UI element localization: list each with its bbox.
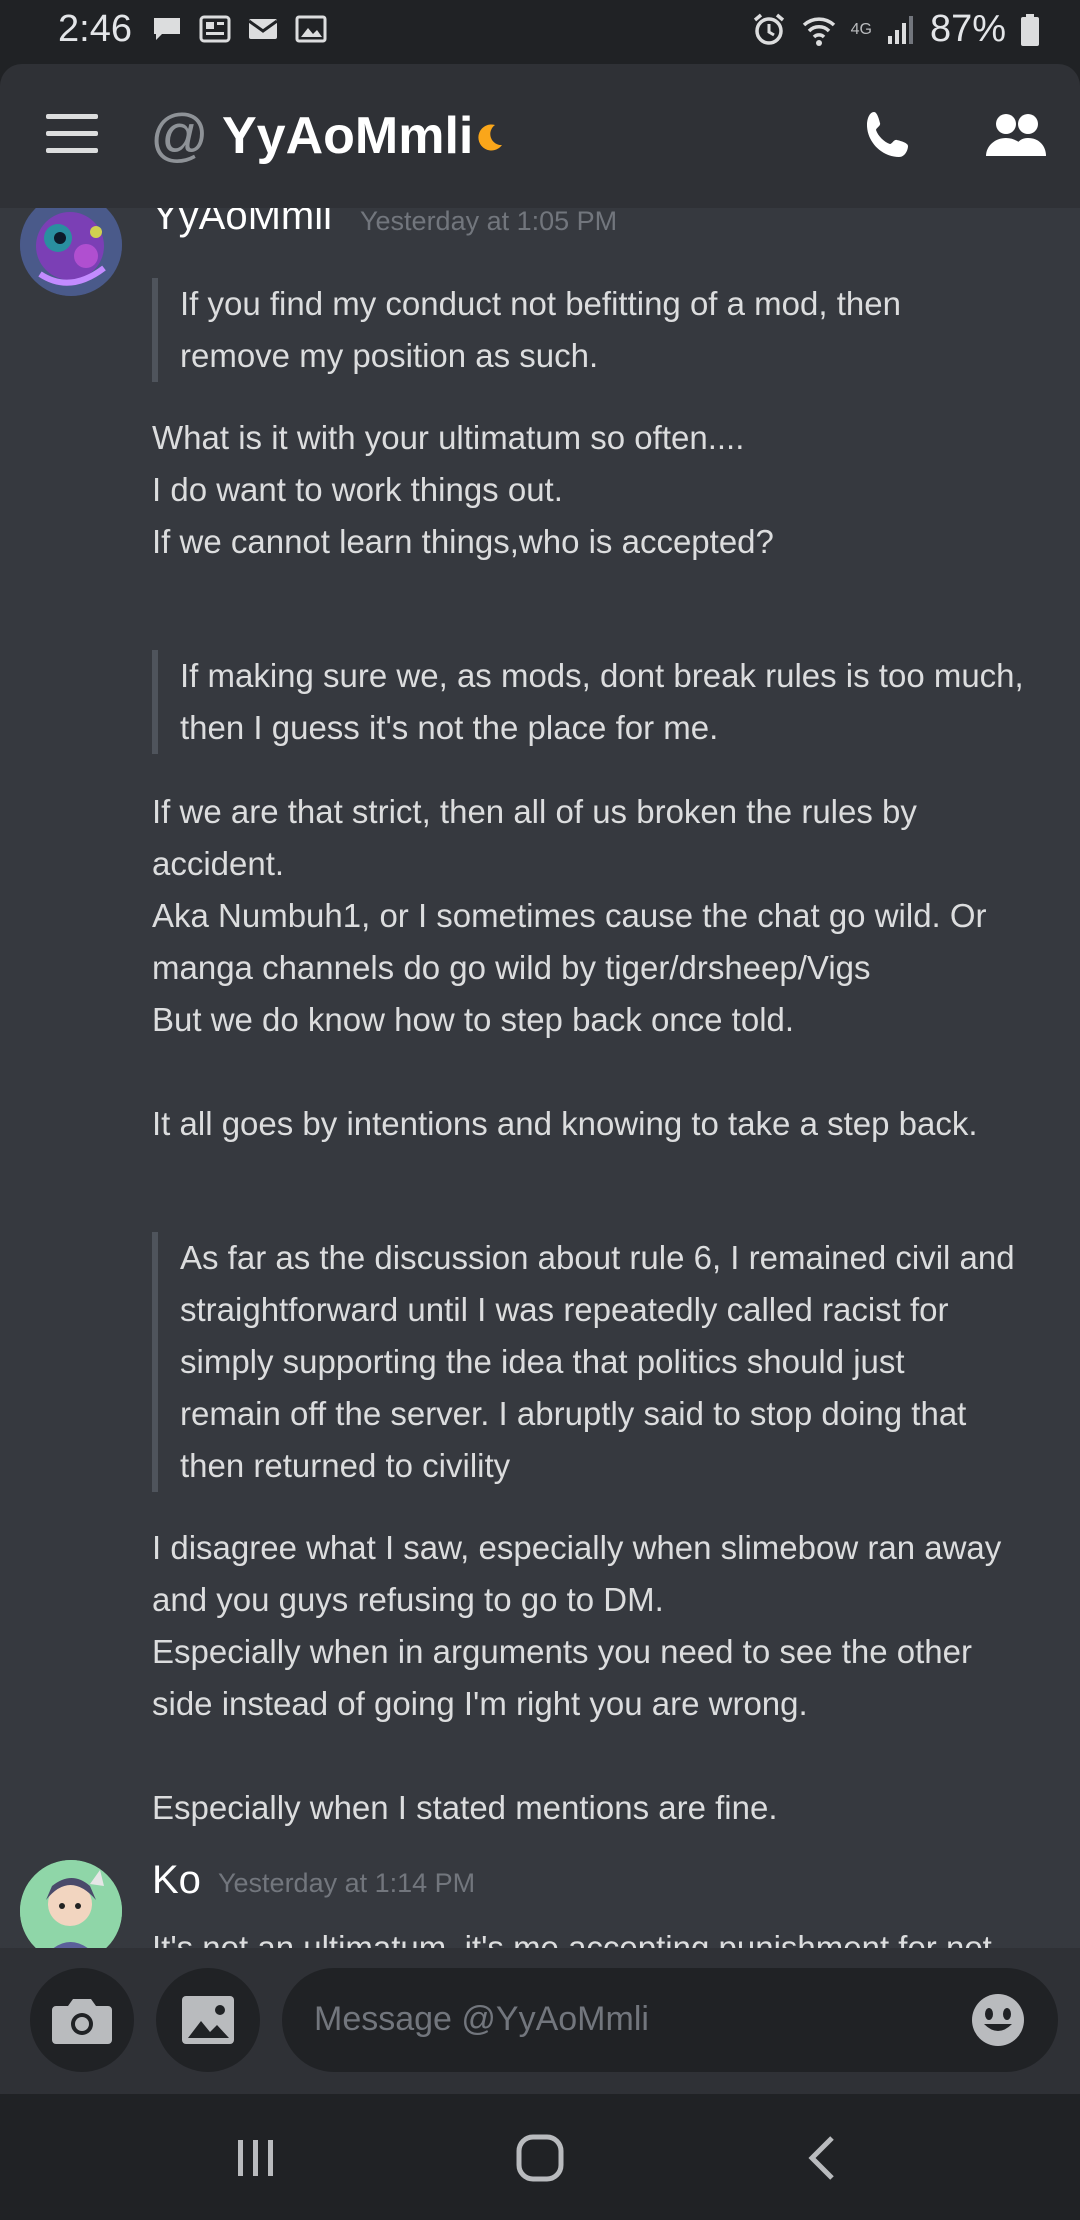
channel-title: YyAoMmli — [222, 107, 474, 165]
quote-line: As far as the discussion about rule 6, I… — [180, 1239, 1015, 1276]
avatar-image — [20, 208, 122, 296]
message-line: Especially when I stated mentions are fi… — [152, 1789, 778, 1826]
message-line: manga channels do go wild by tiger/drshe… — [152, 949, 871, 986]
battery-percent: 87% — [929, 8, 1006, 50]
emoji-icon[interactable] — [970, 1992, 1026, 2048]
call-icon[interactable] — [862, 108, 916, 162]
back-icon[interactable] — [794, 2134, 854, 2182]
message-timestamp: Yesterday at 1:14 PM — [218, 1868, 476, 1898]
image-icon — [182, 1996, 234, 2044]
alarm-icon — [753, 13, 784, 45]
message-line: side instead of going I'm right you are … — [152, 1685, 808, 1722]
message-line: If we are that strict, then all of us br… — [152, 793, 917, 830]
chat-notification-icon — [154, 18, 180, 40]
camera-button[interactable] — [30, 1968, 134, 2072]
mail-notification-icon — [248, 19, 278, 39]
quote-line: If making sure we, as mods, dont break r… — [180, 657, 1024, 694]
wifi-icon — [802, 16, 835, 46]
quote-line: If you find my conduct not befitting of … — [180, 285, 901, 322]
notification-icons — [150, 14, 328, 44]
home-icon[interactable] — [510, 2134, 570, 2182]
message-timestamp: Yesterday at 1:05 PM — [360, 208, 618, 236]
message-input-placeholder: Message @YyAoMmli — [314, 2000, 649, 2038]
message-line: I do want to work things out. — [152, 471, 563, 508]
system-nav-bar — [0, 2094, 1080, 2220]
message-line: But we do know how to step back once tol… — [152, 1001, 795, 1038]
quote-line: straightforward until I was repeatedly c… — [180, 1291, 949, 1328]
message-list[interactable]: YyAoMmli Yesterday at 1:05 PM If you fin… — [0, 208, 1080, 1948]
recent-apps-icon[interactable] — [226, 2134, 286, 2182]
message-line: It all goes by intentions and knowing to… — [152, 1105, 978, 1142]
signal-icon — [887, 15, 913, 44]
message-author[interactable]: YyAoMmli — [152, 208, 332, 239]
camera-icon — [52, 1999, 112, 2044]
quote-line: remove my position as such. — [180, 337, 599, 374]
block-quote: If making sure we, as mods, dont break r… — [152, 650, 1052, 754]
battery-icon — [1021, 13, 1039, 46]
members-icon[interactable] — [984, 108, 1048, 162]
hamburger-menu-icon[interactable] — [46, 114, 98, 154]
message-line: and you guys refusing to go to DM. — [152, 1581, 664, 1618]
message-input-bar: Message @YyAoMmli — [0, 1948, 1080, 2094]
avatar[interactable] — [20, 1860, 122, 1948]
quote-line: then I guess it's not the place for me. — [180, 709, 719, 746]
status-bar: 2:46 4G 87% — [0, 0, 1080, 64]
idle-moon-icon — [478, 124, 502, 151]
avatar-image — [20, 1860, 122, 1948]
block-quote: If you find my conduct not befitting of … — [152, 278, 1052, 382]
quote-line: then returned to civility — [180, 1447, 511, 1484]
message-line: What is it with your ultimatum so often.… — [152, 419, 745, 456]
block-quote: As far as the discussion about rule 6, I… — [152, 1232, 1052, 1492]
channel-header: @ YyAoMmli — [0, 64, 1080, 208]
message-input[interactable]: Message @YyAoMmli — [282, 1968, 1058, 2072]
message-line: Aka Numbuh1, or I sometimes cause the ch… — [152, 897, 987, 934]
message-line: It's not an ultimatum, it's me accepting… — [152, 1929, 992, 1948]
status-right: 4G 87% — [751, 8, 1040, 51]
status-time: 2:46 — [58, 8, 132, 50]
message-line: I disagree what I saw, especially when s… — [152, 1529, 1002, 1566]
message-line: Especially when in arguments you need to… — [152, 1633, 973, 1670]
news-notification-icon — [199, 15, 231, 43]
dm-at-icon: @ — [150, 103, 209, 168]
quote-line: remain off the server. I abruptly said t… — [180, 1395, 967, 1432]
quote-line: simply supporting the idea that politics… — [180, 1343, 905, 1380]
network-type: 4G — [850, 20, 872, 38]
gallery-button[interactable] — [156, 1968, 260, 2072]
gallery-notification-icon — [295, 15, 327, 43]
message-author[interactable]: Ko — [152, 1858, 201, 1903]
message-line: If we cannot learn things,who is accepte… — [152, 523, 774, 560]
avatar[interactable] — [20, 208, 122, 296]
message-line: accident. — [152, 845, 285, 882]
